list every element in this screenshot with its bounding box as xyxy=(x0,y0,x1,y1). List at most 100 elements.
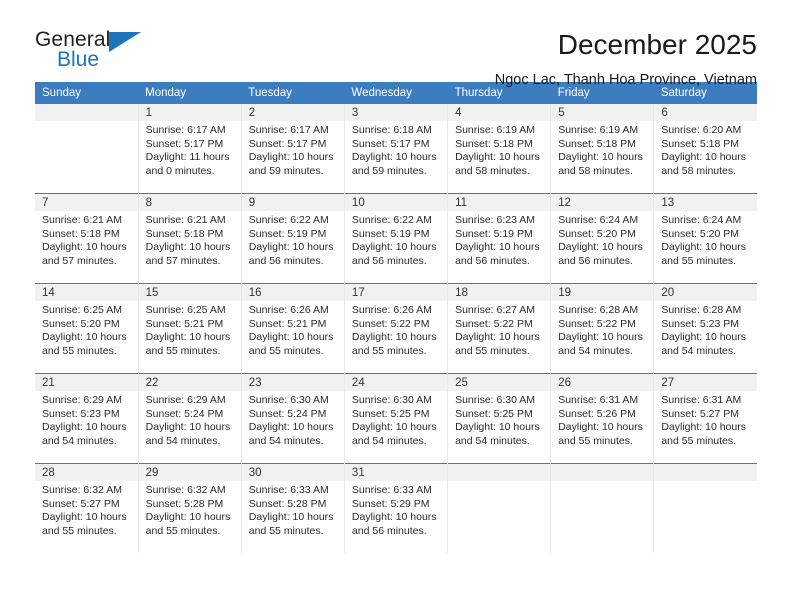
calendar-cell-inner: 7 Sunrise: 6:21 AM Sunset: 5:18 PM Daylight… xyxy=(35,194,138,283)
calendar-week-row: 21 Sunrise: 6:29 AM Sunset: 5:23 PM Dayligh… xyxy=(35,373,757,464)
sunrise-time: Sunrise: 6:22 AM xyxy=(248,214,329,226)
day-details: Sunrise: 6:30 AM Sunset: 5:25 PM Daylight:… xyxy=(345,391,447,448)
calendar-cell-inner: 2 Sunrise: 6:17 AM Sunset: 5:17 PM Daylight… xyxy=(241,104,344,193)
day-details: Sunrise: 6:22 AM Sunset: 5:19 PM Daylight:… xyxy=(242,211,344,268)
calendar-day-cell[interactable]: 24 Sunrise: 6:30 AM Sunset: 5:25 PM Dayligh… xyxy=(344,373,449,464)
sunset-time: Sunset: 5:22 PM xyxy=(455,317,533,330)
sunset-time: Sunset: 5:24 PM xyxy=(145,407,224,420)
daylight-duration-line2: and 55 minutes. xyxy=(145,344,221,357)
daylight-duration-line2: and 54 minutes. xyxy=(455,434,530,447)
day-number: 5 xyxy=(551,104,654,121)
calendar-cell-inner: 28 Sunrise: 6:32 AM Sunset: 5:27 PM Dayligh… xyxy=(35,464,138,553)
calendar-day-cell[interactable]: 1 Sunrise: 6:17 AM Sunset: 5:17 PM Daylight… xyxy=(138,104,242,194)
daylight-duration-line2: and 57 minutes. xyxy=(145,254,221,267)
daylight-duration-line1: Daylight: 10 hours xyxy=(248,511,334,524)
daylight-duration-line1: Daylight: 10 hours xyxy=(455,151,540,164)
calendar-day-cell[interactable]: 11 Sunrise: 6:23 AM Sunset: 5:19 PM Dayligh… xyxy=(447,193,552,284)
sunrise-time: Sunrise: 6:20 AM xyxy=(661,124,742,136)
calendar-day-cell[interactable]: 5 Sunrise: 6:19 AM Sunset: 5:18 PM Daylight… xyxy=(550,104,655,194)
calendar-day-cell[interactable]: 27 Sunrise: 6:31 AM Sunset: 5:27 PM Dayligh… xyxy=(653,373,757,464)
calendar-cell-inner: 20 Sunrise: 6:28 AM Sunset: 5:23 PM Dayligh… xyxy=(654,284,757,373)
sunset-time: Sunset: 5:25 PM xyxy=(351,407,430,420)
day-number: 16 xyxy=(241,284,344,301)
sunset-time: Sunset: 5:17 PM xyxy=(248,137,327,150)
calendar-cell-inner: 6 Sunrise: 6:20 AM Sunset: 5:18 PM Daylight… xyxy=(654,104,757,193)
daylight-duration-line1: Daylight: 10 hours xyxy=(42,421,127,434)
calendar-day-cell[interactable]: 16 Sunrise: 6:26 AM Sunset: 5:21 PM Dayligh… xyxy=(241,283,345,374)
calendar-page: General Blue December 2025 Ngoc Lac, Tha… xyxy=(0,0,792,612)
daylight-duration-line2: and 55 minutes. xyxy=(455,344,530,357)
day-details: Sunrise: 6:30 AM Sunset: 5:25 PM Daylight:… xyxy=(448,391,550,448)
day-details: Sunrise: 6:24 AM Sunset: 5:20 PM Daylight:… xyxy=(654,211,757,268)
calendar-day-cell[interactable]: 3 Sunrise: 6:18 AM Sunset: 5:17 PM Daylight… xyxy=(344,104,449,194)
calendar-day-cell[interactable]: 26 Sunrise: 6:31 AM Sunset: 5:26 PM Dayligh… xyxy=(550,373,655,464)
calendar-cell-inner: 19 Sunrise: 6:28 AM Sunset: 5:22 PM Dayligh… xyxy=(551,284,654,373)
sunset-time: Sunset: 5:18 PM xyxy=(455,137,533,150)
weekday-header-wednesday: Wednesday xyxy=(344,82,448,104)
calendar-day-cell[interactable]: 19 Sunrise: 6:28 AM Sunset: 5:22 PM Dayligh… xyxy=(550,283,655,374)
calendar-day-cell[interactable]: 9 Sunrise: 6:22 AM Sunset: 5:19 PM Daylight… xyxy=(241,193,345,284)
daylight-duration-line1: Daylight: 10 hours xyxy=(351,151,437,164)
day-details: Sunrise: 6:17 AM Sunset: 5:17 PM Daylight:… xyxy=(139,121,241,178)
calendar-day-cell[interactable]: 10 Sunrise: 6:22 AM Sunset: 5:19 PM Dayligh… xyxy=(344,193,449,284)
sunrise-time: Sunrise: 6:21 AM xyxy=(145,214,226,226)
calendar-day-cell[interactable]: 15 Sunrise: 6:25 AM Sunset: 5:21 PM Dayligh… xyxy=(138,283,242,374)
calendar-day-cell[interactable]: 21 Sunrise: 6:29 AM Sunset: 5:23 PM Dayligh… xyxy=(35,373,139,464)
calendar-cell-inner: 12 Sunrise: 6:24 AM Sunset: 5:20 PM Dayligh… xyxy=(551,194,654,283)
calendar-day-cell[interactable]: 17 Sunrise: 6:26 AM Sunset: 5:22 PM Dayligh… xyxy=(344,283,449,374)
day-details: Sunrise: 6:20 AM Sunset: 5:18 PM Daylight:… xyxy=(654,121,757,178)
day-details: Sunrise: 6:25 AM Sunset: 5:20 PM Daylight:… xyxy=(35,301,138,358)
calendar-day-cell[interactable]: 31 Sunrise: 6:33 AM Sunset: 5:29 PM Dayligh… xyxy=(344,463,449,553)
calendar-day-cell[interactable]: 29 Sunrise: 6:32 AM Sunset: 5:28 PM Dayligh… xyxy=(138,463,242,553)
calendar-cell-inner: 14 Sunrise: 6:25 AM Sunset: 5:20 PM Dayligh… xyxy=(35,284,138,373)
daylight-duration-line2: and 56 minutes. xyxy=(351,524,427,537)
day-number xyxy=(654,464,757,481)
calendar-week-row: 1 Sunrise: 6:17 AM Sunset: 5:17 PM Daylight… xyxy=(35,104,757,194)
calendar-day-cell[interactable]: 8 Sunrise: 6:21 AM Sunset: 5:18 PM Daylight… xyxy=(138,193,242,284)
daylight-duration-line1: Daylight: 10 hours xyxy=(145,241,231,254)
sunrise-time: Sunrise: 6:30 AM xyxy=(351,394,432,406)
day-number: 20 xyxy=(654,284,757,301)
calendar-day-cell[interactable]: 12 Sunrise: 6:24 AM Sunset: 5:20 PM Dayligh… xyxy=(550,193,655,284)
calendar-cell-inner: 21 Sunrise: 6:29 AM Sunset: 5:23 PM Dayligh… xyxy=(35,374,138,463)
daylight-duration-line1: Daylight: 10 hours xyxy=(558,331,643,344)
calendar-day-cell[interactable]: 7 Sunrise: 6:21 AM Sunset: 5:18 PM Daylight… xyxy=(35,193,139,284)
generalblue-logo[interactable]: General Blue xyxy=(35,28,155,76)
daylight-duration-line1: Daylight: 10 hours xyxy=(351,511,437,524)
daylight-duration-line1: Daylight: 10 hours xyxy=(248,421,334,434)
sunset-time: Sunset: 5:18 PM xyxy=(558,137,636,150)
calendar-day-cell[interactable]: 25 Sunrise: 6:30 AM Sunset: 5:25 PM Dayligh… xyxy=(447,373,552,464)
calendar-day-cell[interactable]: 28 Sunrise: 6:32 AM Sunset: 5:27 PM Dayligh… xyxy=(35,463,139,553)
daylight-duration-line2: and 55 minutes. xyxy=(558,434,633,447)
calendar-day-cell[interactable]: 18 Sunrise: 6:27 AM Sunset: 5:22 PM Dayligh… xyxy=(447,283,552,374)
calendar-day-cell[interactable]: 4 Sunrise: 6:19 AM Sunset: 5:18 PM Daylight… xyxy=(447,104,552,194)
daylight-duration-line1: Daylight: 10 hours xyxy=(351,241,437,254)
calendar-day-cell[interactable]: 22 Sunrise: 6:29 AM Sunset: 5:24 PM Dayligh… xyxy=(138,373,242,464)
sunset-time: Sunset: 5:20 PM xyxy=(42,317,120,330)
daylight-duration-line1: Daylight: 10 hours xyxy=(145,421,231,434)
sunrise-time: Sunrise: 6:30 AM xyxy=(455,394,536,406)
daylight-duration-line1: Daylight: 10 hours xyxy=(42,241,127,254)
logo-triangle-icon xyxy=(109,32,141,52)
calendar-day-cell[interactable]: 6 Sunrise: 6:20 AM Sunset: 5:18 PM Daylight… xyxy=(653,104,757,194)
day-number: 21 xyxy=(35,374,138,391)
day-details: Sunrise: 6:29 AM Sunset: 5:23 PM Daylight:… xyxy=(35,391,138,448)
daylight-duration-line2: and 58 minutes. xyxy=(558,164,633,177)
day-number: 7 xyxy=(35,194,138,211)
sunset-time: Sunset: 5:23 PM xyxy=(661,317,739,330)
calendar-cell-inner: 15 Sunrise: 6:25 AM Sunset: 5:21 PM Dayligh… xyxy=(138,284,241,373)
calendar-cell-inner: 16 Sunrise: 6:26 AM Sunset: 5:21 PM Dayligh… xyxy=(241,284,344,373)
calendar-body: 1 Sunrise: 6:17 AM Sunset: 5:17 PM Daylight… xyxy=(35,104,757,553)
daylight-duration-line2: and 59 minutes. xyxy=(351,164,427,177)
calendar-day-cell[interactable]: 13 Sunrise: 6:24 AM Sunset: 5:20 PM Dayligh… xyxy=(653,193,757,284)
calendar-day-cell[interactable]: 20 Sunrise: 6:28 AM Sunset: 5:23 PM Dayligh… xyxy=(653,283,757,374)
calendar-day-cell[interactable]: 30 Sunrise: 6:33 AM Sunset: 5:28 PM Dayligh… xyxy=(241,463,345,553)
daylight-duration-line1: Daylight: 10 hours xyxy=(661,151,746,164)
calendar-cell-inner: 13 Sunrise: 6:24 AM Sunset: 5:20 PM Dayligh… xyxy=(654,194,757,283)
sunset-time: Sunset: 5:20 PM xyxy=(558,227,636,240)
calendar-day-cell[interactable]: 14 Sunrise: 6:25 AM Sunset: 5:20 PM Dayligh… xyxy=(35,283,139,374)
calendar-day-cell[interactable]: 2 Sunrise: 6:17 AM Sunset: 5:17 PM Daylight… xyxy=(241,104,345,194)
sunset-time: Sunset: 5:18 PM xyxy=(145,227,224,240)
calendar-day-cell[interactable]: 23 Sunrise: 6:30 AM Sunset: 5:24 PM Dayligh… xyxy=(241,373,345,464)
sunset-time: Sunset: 5:17 PM xyxy=(351,137,430,150)
